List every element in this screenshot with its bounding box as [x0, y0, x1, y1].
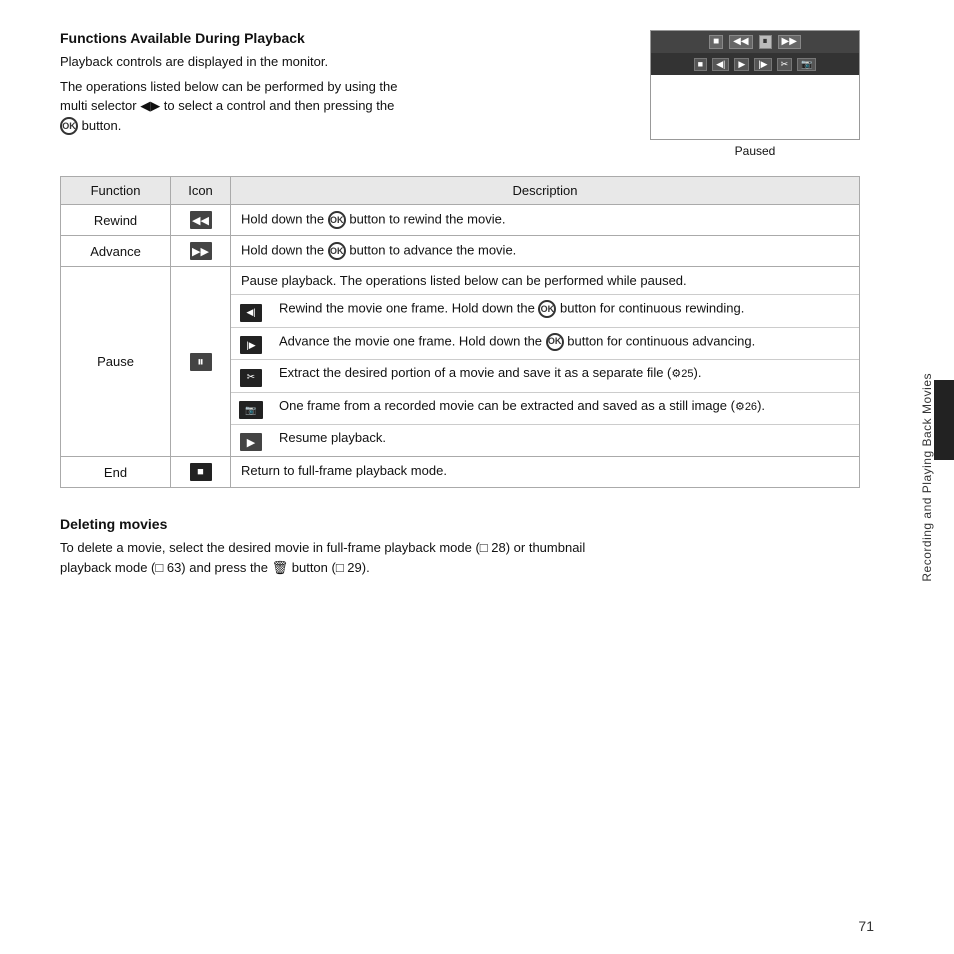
col-header-description: Description	[231, 177, 860, 205]
table-row: End ■ Return to full-frame playback mode…	[61, 457, 860, 488]
ok-icon-1: OK	[328, 211, 346, 229]
sub-table-row: ✂ Extract the desired portion of a movie…	[231, 360, 859, 393]
ok-icon-2: OK	[328, 242, 346, 260]
pause-btn-active: ⏸	[759, 35, 772, 49]
sub-table-row: ▶ Resume playback.	[231, 425, 859, 457]
pause-icon-box: ⏸	[190, 353, 212, 371]
next-frame-btn: |▶	[754, 58, 771, 71]
sub-table-row: ◀| Rewind the movie one frame. Hold down…	[231, 295, 859, 327]
monitor-bottom-bar: ■ ◀| ▶ |▶ ✂ 📷	[651, 53, 859, 75]
sub-icon-extract: ✂	[231, 360, 271, 393]
sub-desc-resume: Resume playback.	[271, 425, 859, 457]
table-row: Advance ▶▶ Hold down the OK button to ad…	[61, 236, 860, 267]
play-btn: ▶	[734, 58, 749, 71]
rewind-icon-box: ◀◀	[190, 211, 212, 229]
desc-advance: Hold down the OK button to advance the m…	[231, 236, 860, 267]
cut-btn: ✂	[777, 58, 793, 71]
ref-26: ⚙26	[735, 401, 757, 413]
table-row-pause: Pause ⏸ Pause playback. The operations l…	[61, 267, 860, 457]
intro2: The operations listed below can be perfo…	[60, 77, 620, 136]
func-rewind: Rewind	[61, 205, 171, 236]
ok-icon-intro: OK	[60, 117, 78, 135]
pause-top-desc: Pause playback. The operations listed be…	[231, 267, 859, 295]
functions-table: Function Icon Description Rewind ◀◀ Hold…	[60, 176, 860, 488]
rewind-btn: ◀◀	[729, 35, 752, 49]
monitor-image: ■ ◀◀ ⏸ ▶▶ ■ ◀| ▶ |▶ ✂ 📷	[650, 30, 860, 140]
sidebar-black-tab	[934, 380, 954, 460]
monitor-area: ■ ◀◀ ⏸ ▶▶ ■ ◀| ▶ |▶ ✂ 📷 Paused	[650, 30, 860, 158]
main-content: Functions Available During Playback Play…	[0, 0, 900, 612]
icon-pause: ⏸	[171, 267, 231, 457]
advance-icon-box: ▶▶	[190, 242, 212, 260]
ref-25: ⚙25	[671, 368, 693, 380]
sub-desc-advance-frame: Advance the movie one frame. Hold down t…	[271, 327, 859, 360]
sub-table-row: 📷 One frame from a recorded movie can be…	[231, 392, 859, 425]
col-header-icon: Icon	[171, 177, 231, 205]
photo-btn: 📷	[797, 58, 816, 71]
advance-frame-icon: |▶	[240, 336, 262, 354]
sub-icon-advance-frame: |▶	[231, 327, 271, 360]
fforward-btn: ▶▶	[778, 35, 801, 49]
monitor-top-bar: ■ ◀◀ ⏸ ▶▶	[651, 31, 859, 53]
sidebar-text: Recording and Playing Back Movies	[920, 373, 934, 582]
paused-label: Paused	[735, 144, 776, 158]
page-number: 71	[858, 918, 874, 934]
icon-end: ■	[171, 457, 231, 488]
sub-desc-rewind-frame: Rewind the movie one frame. Hold down th…	[271, 295, 859, 327]
col-header-function: Function	[61, 177, 171, 205]
table-row: Rewind ◀◀ Hold down the OK button to rew…	[61, 205, 860, 236]
deleting-section: Deleting movies To delete a movie, selec…	[60, 516, 860, 577]
resume-icon: ▶	[240, 433, 262, 451]
func-end: End	[61, 457, 171, 488]
func-advance: Advance	[61, 236, 171, 267]
end-icon-box: ■	[190, 463, 212, 481]
sub-icon-rewind-frame: ◀|	[231, 295, 271, 327]
intro1: Playback controls are displayed in the m…	[60, 52, 620, 72]
extract-icon: ✂	[240, 369, 262, 387]
top-area: Functions Available During Playback Play…	[60, 30, 860, 158]
sub-table-row: |▶ Advance the movie one frame. Hold dow…	[231, 327, 859, 360]
ok-icon-4: OK	[546, 333, 564, 351]
stop-btn: ■	[709, 35, 723, 49]
sub-icon-resume: ▶	[231, 425, 271, 457]
sub-desc-still: One frame from a recorded movie can be e…	[271, 392, 859, 425]
pause-sub-table: ◀| Rewind the movie one frame. Hold down…	[231, 295, 859, 456]
sub-desc-extract: Extract the desired portion of a movie a…	[271, 360, 859, 393]
sidebar: Recording and Playing Back Movies	[900, 0, 954, 954]
still-icon: 📷	[239, 401, 263, 419]
ok-icon-3: OK	[538, 300, 556, 318]
rewind-frame-icon: ◀|	[240, 304, 262, 322]
stop-btn2: ■	[694, 58, 707, 71]
sub-icon-still: 📷	[231, 392, 271, 425]
text-block: Functions Available During Playback Play…	[60, 30, 620, 140]
section1-title: Functions Available During Playback	[60, 30, 620, 46]
desc-pause: Pause playback. The operations listed be…	[231, 267, 860, 457]
prev-frame-btn: ◀|	[712, 58, 729, 71]
icon-rewind: ◀◀	[171, 205, 231, 236]
section2-title: Deleting movies	[60, 516, 860, 532]
section2-text: To delete a movie, select the desired mo…	[60, 538, 860, 577]
func-pause: Pause	[61, 267, 171, 457]
table-header-row: Function Icon Description	[61, 177, 860, 205]
desc-end: Return to full-frame playback mode.	[231, 457, 860, 488]
icon-advance: ▶▶	[171, 236, 231, 267]
desc-rewind: Hold down the OK button to rewind the mo…	[231, 205, 860, 236]
